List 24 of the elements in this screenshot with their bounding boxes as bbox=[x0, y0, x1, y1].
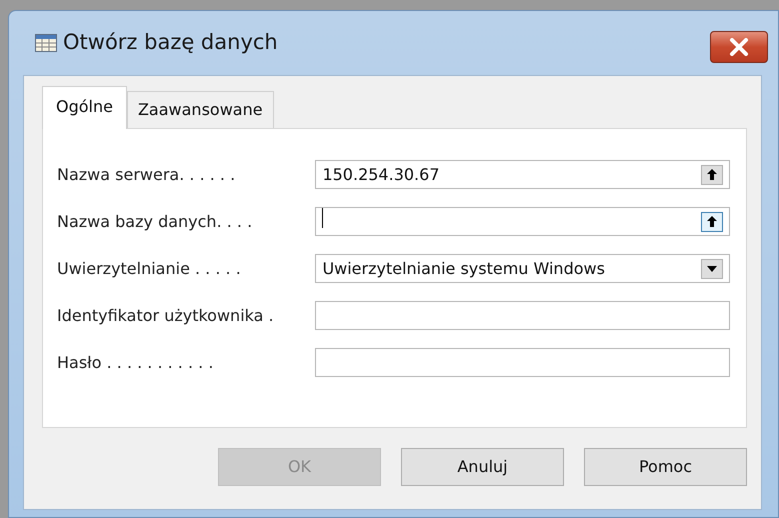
field-label: Nazwa bazy danych. . . . bbox=[57, 210, 254, 232]
table-icon bbox=[35, 34, 57, 52]
field-label: Uwierzytelnianie . . . . . bbox=[57, 258, 242, 280]
input-field[interactable] bbox=[315, 301, 730, 330]
down-triangle-icon bbox=[707, 266, 717, 272]
field-label: Identyfikator użytkownika . bbox=[57, 304, 275, 326]
field-label: Nazwa serwera. . . . . . bbox=[57, 164, 236, 186]
lookup-button[interactable] bbox=[701, 212, 723, 232]
field-label: Hasło . . . . . . . . . . . bbox=[57, 352, 214, 374]
input-field[interactable] bbox=[315, 348, 730, 377]
dialog-button[interactable]: Pomoc bbox=[584, 448, 747, 486]
close-icon bbox=[728, 38, 750, 56]
tab[interactable]: Zaawansowane bbox=[126, 91, 274, 128]
dropdown-button[interactable] bbox=[701, 258, 723, 278]
window-title: Otwórz bazę danych bbox=[63, 29, 278, 56]
input-field[interactable]: 150.254.30.67 bbox=[315, 160, 730, 189]
dropdown-field[interactable]: Uwierzytelnianie systemu Windows bbox=[315, 254, 730, 283]
close-button[interactable] bbox=[710, 31, 768, 63]
input-field[interactable] bbox=[315, 207, 730, 236]
lookup-button[interactable] bbox=[701, 164, 723, 184]
up-arrow-icon bbox=[707, 169, 717, 180]
up-arrow-icon bbox=[707, 216, 717, 227]
dialog-button[interactable]: Anuluj bbox=[401, 448, 564, 486]
tab[interactable]: Ogólne bbox=[42, 86, 127, 129]
